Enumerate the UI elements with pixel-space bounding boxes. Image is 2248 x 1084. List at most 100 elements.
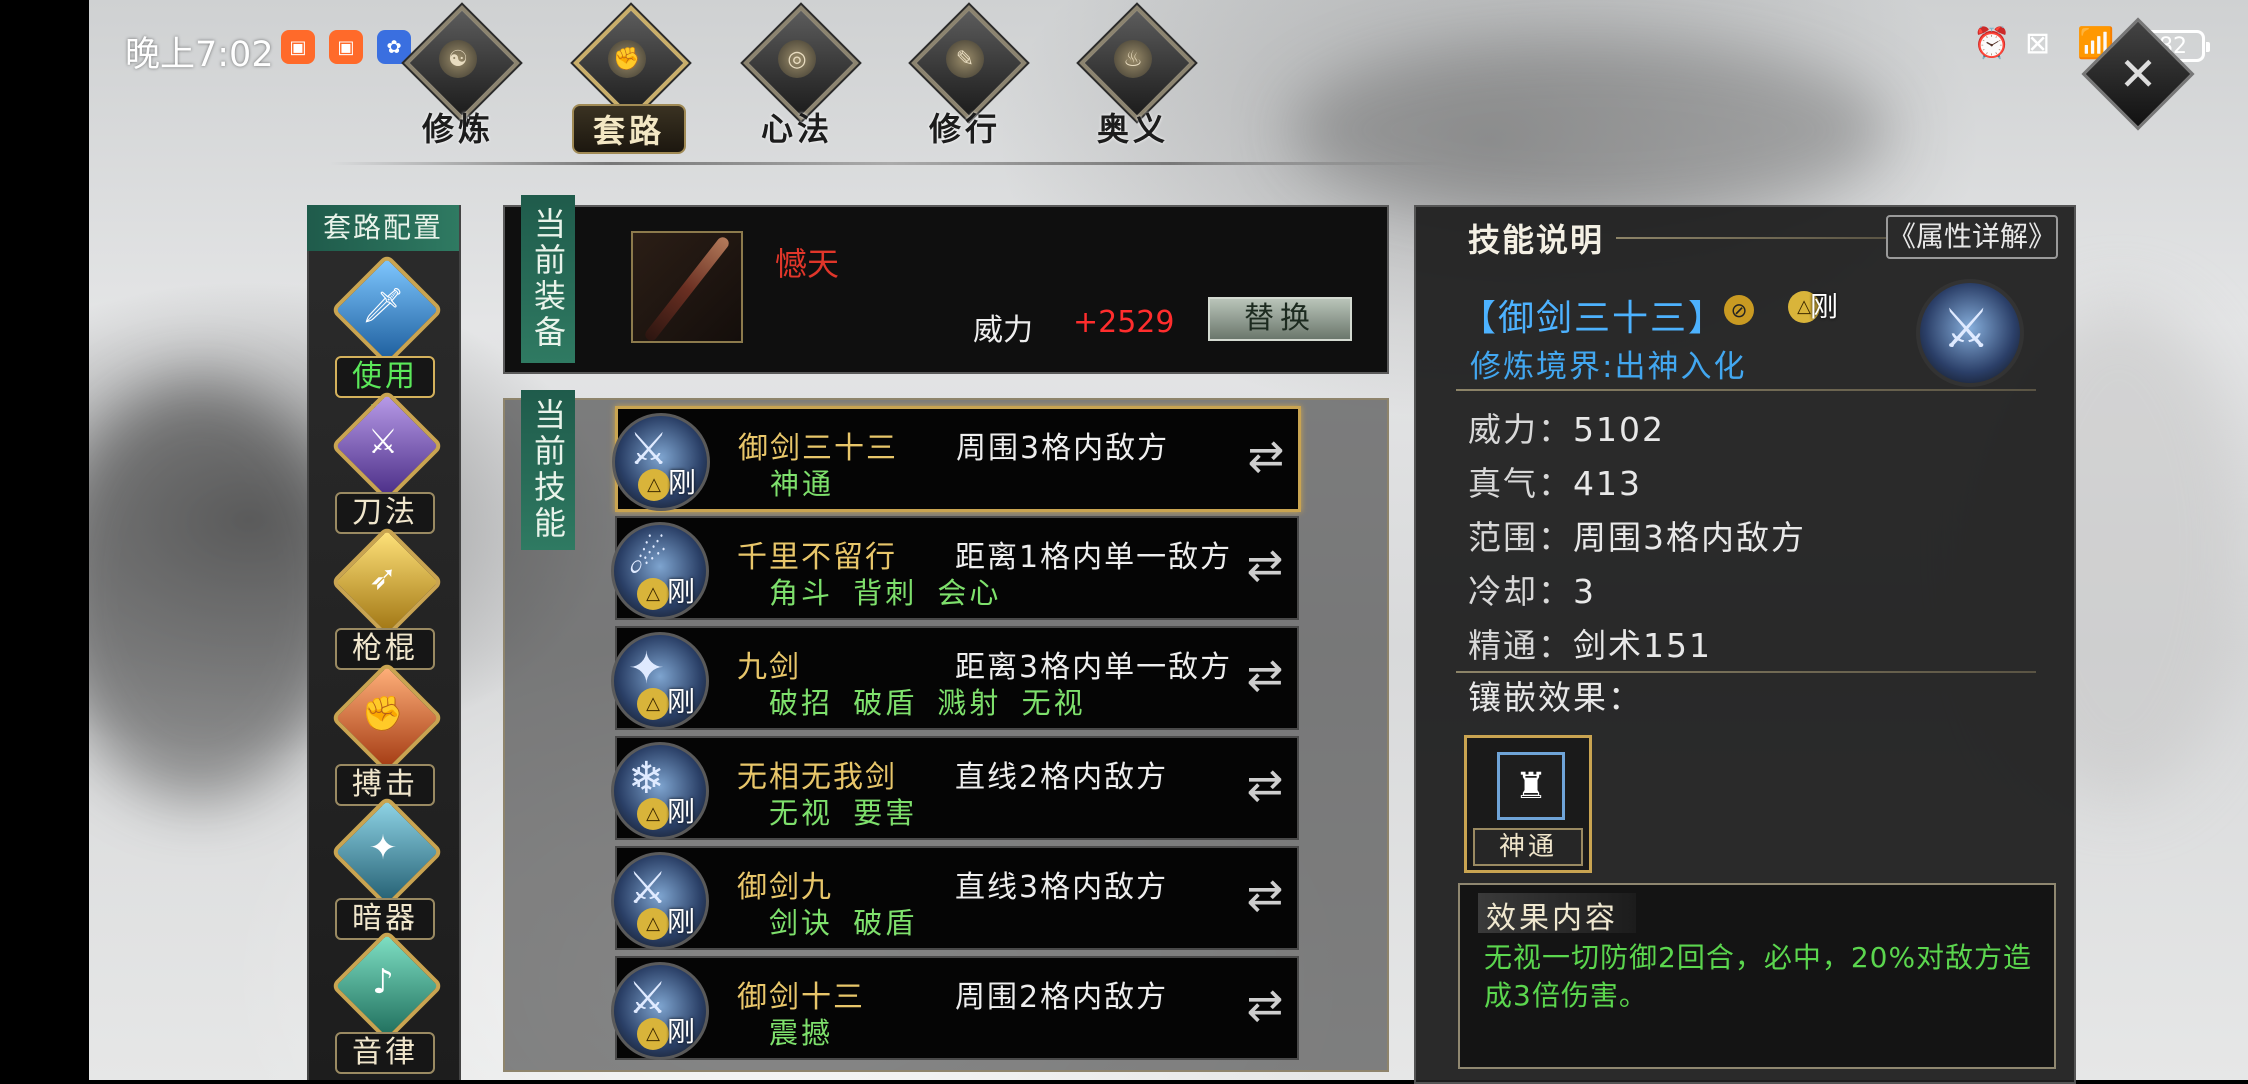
- gang-badge-label: 刚: [667, 575, 696, 608]
- skill-tags: 破招 破盾 溅射 无视: [769, 686, 1086, 720]
- cultivation-realm: 修炼境界:出神入化: [1470, 349, 1747, 385]
- tab-label: 修行: [928, 110, 1001, 148]
- gang-badge-label: 刚: [667, 685, 696, 718]
- gang-badge-icon: △: [637, 798, 669, 830]
- blade-icon: ⚔: [367, 422, 399, 462]
- tab-label: 奥义: [1096, 110, 1169, 148]
- clock: 晚上7:02: [125, 35, 274, 75]
- tab-practice[interactable]: ✎ 修行: [890, 5, 1040, 148]
- skill-row[interactable]: ⚔ △ 刚 御剑三十三 周围3格内敌方 神通 ⇄: [612, 406, 1301, 512]
- skill-row[interactable]: ⚔ △ 刚 御剑十三 周围2格内敌方 震撼 ⇄: [611, 956, 1299, 1060]
- swap-icon[interactable]: ⇄: [1239, 540, 1291, 592]
- brush-icon: ✎: [946, 40, 984, 78]
- stat-value: 3: [1573, 572, 1596, 611]
- category-fist[interactable]: ✊ 搏击: [317, 661, 447, 808]
- effect-title: 效果内容: [1478, 893, 1636, 936]
- gang-badge-label: 刚: [667, 905, 696, 938]
- effect-text: 无视一切防御2回合，必中，20%对敌方造成3倍伤害。: [1484, 941, 2033, 1012]
- stat-key: 冷却：: [1468, 572, 1573, 611]
- close-icon: ✕: [2118, 47, 2158, 101]
- skill-row[interactable]: ✦ △ 刚 九剑 距离3格内单一敌方 破招 破盾 溅射 无视 ⇄: [611, 626, 1299, 730]
- title-divider: [1616, 237, 1886, 239]
- skill-tags: 神通: [770, 467, 835, 501]
- gang-badge-icon: △: [637, 688, 669, 720]
- tmall-app-icon: ▣: [281, 30, 315, 64]
- header-divider: [330, 162, 1450, 165]
- swap-icon[interactable]: ⇄: [1239, 980, 1291, 1032]
- inlay-name: 神通: [1473, 828, 1583, 866]
- skill-range: 直线2格内敌方: [955, 760, 1169, 795]
- stat-qi: 真气：413: [1468, 457, 1642, 505]
- current-skills-panel: 当前技能 ⚔ △ 刚 御剑三十三 周围3格内敌方 神通 ⇄ ☄ △ 刚 千里不留…: [503, 390, 1389, 1072]
- skill-range: 周围2格内敌方: [955, 980, 1169, 1015]
- category-hidden-weapon[interactable]: ✦ 暗器: [317, 795, 447, 942]
- stat-cooldown: 冷却：3: [1468, 565, 1596, 613]
- skill-tags: 角斗 背刺 会心: [769, 576, 1002, 610]
- category-in-use[interactable]: 🗡 使用中: [317, 253, 447, 432]
- replace-button[interactable]: 替换: [1208, 297, 1352, 341]
- gang-badge-label: 刚: [667, 1015, 696, 1048]
- skill-detail-title: 技能说明: [1468, 221, 1605, 259]
- stat-value: 413: [1573, 464, 1642, 503]
- flame-icon: ♨: [1114, 40, 1152, 78]
- weapon-name: 憾天: [775, 245, 840, 283]
- tmall-app-icon: ▣: [329, 30, 363, 64]
- skill-tags: 震撼: [769, 1016, 834, 1050]
- stat-range: 范围：周围3格内敌方: [1468, 511, 1806, 559]
- routine-config-header: 套路配置: [307, 205, 459, 251]
- weapon-thumbnail[interactable]: [631, 231, 743, 343]
- category-blade[interactable]: ⚔ 刀法: [317, 389, 447, 536]
- current-equipment-panel: 当前装备 憾天 威力 +2529 替换: [503, 195, 1389, 374]
- swap-icon[interactable]: ⇄: [1239, 650, 1291, 702]
- effect-content-box: 效果内容 无视一切防御2回合，必中，20%对敌方造成3倍伤害。: [1458, 883, 2056, 1069]
- skill-range: 周围3格内敌方: [956, 431, 1170, 466]
- tab-label: 心法: [760, 110, 833, 148]
- tab-routines[interactable]: ✊ 套路: [552, 5, 702, 154]
- category-music[interactable]: ♪ 音律: [317, 929, 447, 1076]
- divider: [1456, 389, 2036, 391]
- skill-row[interactable]: ❄ △ 刚 无相无我剑 直线2格内敌方 无视 要害 ⇄: [611, 736, 1299, 840]
- gang-badge-icon: △: [637, 1018, 669, 1050]
- spear-icon: ➶: [368, 558, 398, 598]
- alarm-icon: ⏰: [1973, 26, 2011, 61]
- stat-key: 精通：: [1468, 626, 1573, 665]
- detail-skill-name: 【御剑三十三】: [1460, 298, 1727, 339]
- sword-icon: 🗡: [361, 286, 405, 326]
- sim-off-icon: ⊠: [2025, 26, 2051, 61]
- power-label: 威力: [973, 313, 1033, 348]
- swap-icon[interactable]: ⇄: [1239, 760, 1291, 812]
- inlay-gem-icon: ♜: [1497, 752, 1565, 820]
- stat-key: 真气：: [1468, 464, 1573, 503]
- fist-icon: ✊: [608, 40, 646, 78]
- sword-icon: [642, 234, 732, 341]
- category-spear[interactable]: ➶ 枪棍: [317, 525, 447, 672]
- swap-icon[interactable]: ⇄: [1239, 870, 1291, 922]
- gang-badge-label: 刚: [668, 466, 697, 499]
- gang-badge-label: 刚: [667, 795, 696, 828]
- stat-key: 威力：: [1468, 410, 1573, 449]
- attribute-detail-button[interactable]: 《属性详解》: [1886, 215, 2058, 259]
- yin-yang-icon: ☯: [439, 40, 477, 78]
- tab-label: 修炼: [421, 110, 494, 148]
- stat-key: 范围：: [1468, 518, 1573, 557]
- inlay-slot[interactable]: ♜ 神通: [1464, 735, 1592, 873]
- fist-icon: ✊: [361, 694, 405, 734]
- skill-tags: 无视 要害: [769, 796, 918, 830]
- current-skills-tag: 当前技能: [521, 390, 575, 550]
- category-label: 音律: [335, 1032, 435, 1074]
- swap-icon[interactable]: ⇄: [1240, 431, 1292, 483]
- stat-value: 5102: [1573, 410, 1665, 449]
- tab-training[interactable]: ☯ 修炼: [383, 5, 533, 148]
- tab-mystery[interactable]: ♨ 奥义: [1058, 5, 1208, 148]
- skill-row[interactable]: ⚔ △ 刚 御剑九 直线3格内敌方 剑诀 破盾 ⇄: [611, 846, 1299, 950]
- compass-icon: ⊘: [1724, 295, 1754, 325]
- stat-power: 威力：5102: [1468, 403, 1665, 451]
- inlay-effect-label: 镶嵌效果：: [1468, 678, 1643, 717]
- tab-mind-method[interactable]: ◎ 心法: [722, 5, 872, 148]
- dart-icon: ✦: [368, 828, 398, 868]
- tab-label: 套路: [572, 104, 686, 154]
- gang-badge-icon: △: [637, 908, 669, 940]
- swirl-icon: ◎: [778, 40, 816, 78]
- skill-row[interactable]: ☄ △ 刚 千里不留行 距离1格内单一敌方 角斗 背刺 会心 ⇄: [611, 516, 1299, 620]
- stat-value: 剑术151: [1573, 626, 1712, 665]
